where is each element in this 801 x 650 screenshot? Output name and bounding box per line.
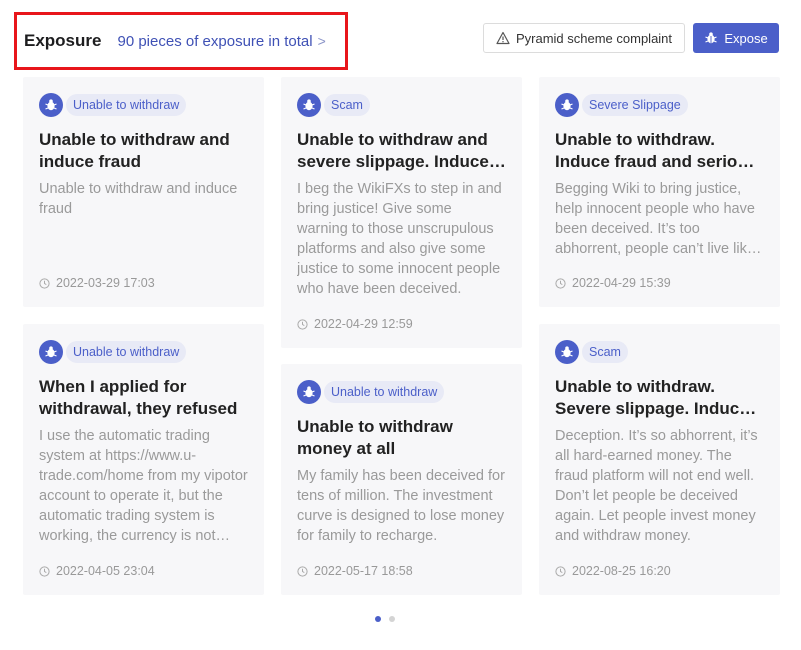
category-tag: Unable to withdraw [66,341,187,363]
card-timestamp: 2022-08-25 16:20 [555,564,671,578]
card-excerpt: Deception. It’s so abhorrent, it’s all h… [555,428,758,544]
card-tag-row: Unable to withdraw [39,340,248,364]
bug-badge-icon [555,93,579,117]
card-title: Unable to withdraw and severe slippage. … [297,130,489,171]
category-tag: Unable to withdraw [66,94,187,116]
card-title: Unable to withdraw. Severe slippage. Ind… [555,377,749,418]
card-excerpt: Begging Wiki to bring justice, help inno… [555,181,755,257]
card-timestamp: 2022-04-05 23:04 [39,564,155,578]
card-title: Unable to withdraw and induce fraud [39,130,230,171]
expose-button[interactable]: Expose [693,23,779,53]
clock-icon [555,277,566,289]
exposure-header: Exposure 90 pieces of exposure in total … [0,0,801,72]
category-tag: Scam [324,94,370,116]
bug-badge-icon [39,340,63,364]
card-time-text: 2022-04-29 15:39 [572,276,671,290]
exposure-card[interactable]: Unable to withdraw Unable to withdraw mo… [281,364,522,595]
card-tag-row: Severe Slippage [555,93,764,117]
card-tag-row: Unable to withdraw [297,380,506,404]
clock-icon [39,565,50,577]
card-timestamp: 2022-03-29 17:03 [39,276,155,290]
card-time-text: 2022-04-29 12:59 [314,317,413,331]
card-excerpt: Unable to withdraw and induce fraud [39,181,238,217]
expose-label: Expose [724,30,768,46]
clock-icon [39,277,50,289]
pagination-dot-2[interactable] [389,616,395,622]
card-tag-row: Scam [297,93,506,117]
card-title: Unable to withdraw. Induce fraud and ser… [555,130,758,171]
chevron-right-icon: > [317,33,326,49]
clock-icon [297,318,308,330]
clock-icon [297,565,308,577]
section-title: Exposure [24,31,102,50]
card-excerpt: My family has been deceived for tens of … [297,468,505,544]
category-tag: Scam [582,341,628,363]
card-excerpt: I beg the WikiFXs to step in and bring j… [297,181,502,297]
pyramid-scheme-complaint-button[interactable]: Pyramid scheme complaint [483,23,685,53]
card-time-text: 2022-05-17 18:58 [314,564,413,578]
exposure-card[interactable]: Unable to withdraw When I applied for wi… [23,324,264,595]
card-time-text: 2022-08-25 16:20 [572,564,671,578]
card-title: Unable to withdraw money at all [297,417,453,458]
bug-badge-icon [297,93,321,117]
exposure-card[interactable]: Severe Slippage Unable to withdraw. Indu… [539,77,780,307]
category-tag: Unable to withdraw [324,381,445,403]
exposure-card[interactable]: Scam Unable to withdraw and severe slipp… [281,77,522,348]
exposure-title-highlight: Exposure 90 pieces of exposure in total … [14,12,348,70]
total-exposure-link[interactable]: 90 pieces of exposure in total > [117,33,325,50]
category-tag: Severe Slippage [582,94,688,116]
card-title: When I applied for withdrawal, they refu… [39,377,238,418]
bug-badge-icon [555,340,579,364]
card-timestamp: 2022-04-29 12:59 [297,317,413,331]
card-excerpt: I use the automatic trading system at ht… [39,428,248,544]
total-exposure-text: 90 pieces of exposure in total [117,32,313,50]
bug-badge-icon [39,93,63,117]
warning-triangle-icon [496,31,510,45]
bug-icon [705,32,718,44]
card-time-text: 2022-04-05 23:04 [56,564,155,578]
exposure-card[interactable]: Scam Unable to withdraw. Severe slippage… [539,324,780,595]
card-timestamp: 2022-04-29 15:39 [555,276,671,290]
carousel-pagination [375,616,403,622]
exposure-card[interactable]: Unable to withdraw Unable to withdraw an… [23,77,264,307]
card-time-text: 2022-03-29 17:03 [56,276,155,290]
card-timestamp: 2022-05-17 18:58 [297,564,413,578]
clock-icon [555,565,566,577]
card-tag-row: Unable to withdraw [39,93,248,117]
complaint-label: Pyramid scheme complaint [515,30,673,46]
pagination-dot-1[interactable] [375,616,381,622]
bug-badge-icon [297,380,321,404]
card-tag-row: Scam [555,340,764,364]
